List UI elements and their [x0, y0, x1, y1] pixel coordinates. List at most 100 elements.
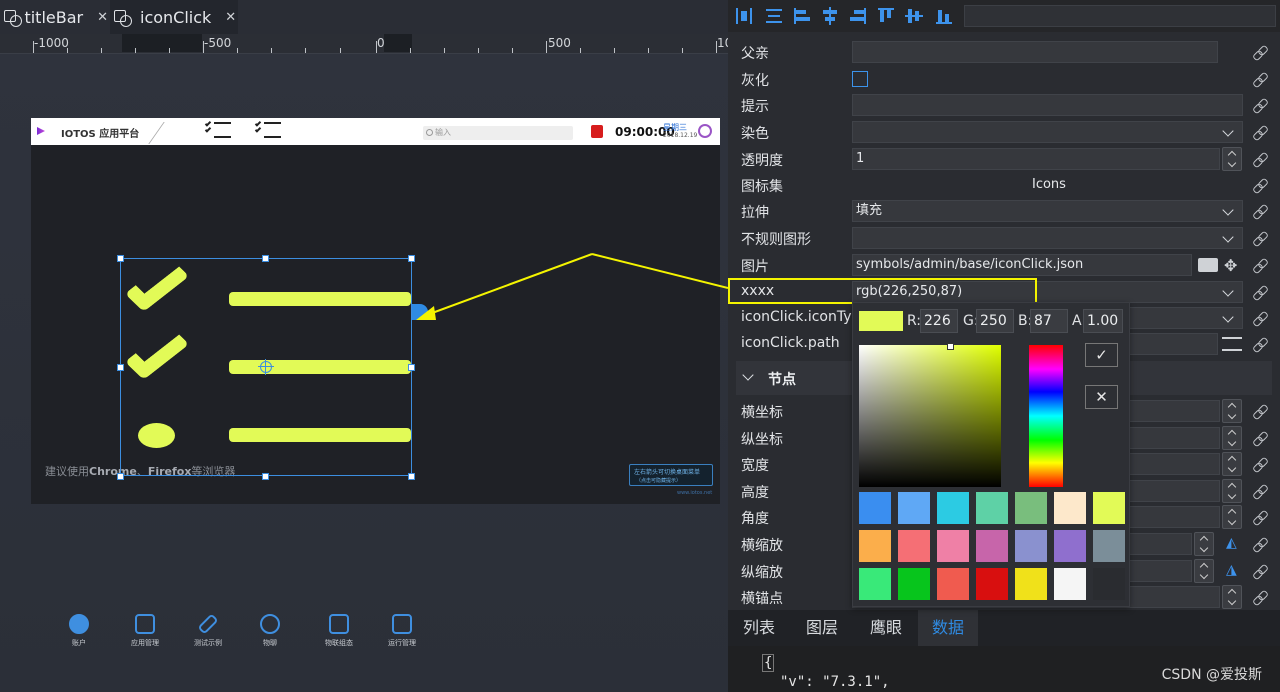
link-icon[interactable] [1252, 589, 1268, 605]
spinner[interactable] [1222, 426, 1242, 450]
align-bottom-icon[interactable] [934, 6, 954, 26]
back-icon[interactable] [591, 125, 603, 138]
link-icon[interactable] [1252, 284, 1268, 300]
palette-swatch[interactable] [1015, 530, 1047, 562]
preview-search-input[interactable]: 输入 [423, 126, 573, 140]
image-path-field[interactable]: symbols/admin/base/iconClick.json [852, 254, 1192, 276]
link-icon[interactable] [1252, 509, 1268, 525]
task-list-icon[interactable] [204, 120, 231, 140]
palette-swatch[interactable] [1054, 568, 1086, 600]
align-vcenter-icon[interactable] [904, 6, 924, 26]
close-icon[interactable]: ✕ [97, 10, 108, 25]
palette-swatch[interactable] [1093, 530, 1125, 562]
link-icon[interactable] [1252, 536, 1268, 552]
task-list-icon[interactable] [254, 120, 281, 140]
palette-swatch[interactable] [898, 530, 930, 562]
tab-list[interactable]: 列表 [728, 610, 790, 646]
palette-swatch[interactable] [859, 530, 891, 562]
palette-swatch[interactable] [1015, 568, 1047, 600]
spinner[interactable] [1222, 479, 1242, 503]
palette-swatch[interactable] [859, 492, 891, 524]
link-icon[interactable] [1252, 456, 1268, 472]
palette-swatch[interactable] [1054, 530, 1086, 562]
link-icon[interactable] [1252, 257, 1268, 273]
sv-handle[interactable] [947, 343, 954, 350]
link-icon[interactable] [1252, 124, 1268, 140]
spinner[interactable] [1194, 559, 1214, 583]
link-icon[interactable] [1252, 230, 1268, 246]
opacity-input[interactable]: 1 [852, 148, 1220, 170]
link-icon[interactable] [1252, 44, 1268, 60]
dye-select[interactable] [852, 121, 1243, 143]
align-left-icon[interactable] [792, 6, 812, 26]
irregular-select[interactable] [852, 227, 1243, 249]
stretch-select[interactable]: 填充 [852, 200, 1243, 222]
tab-layers[interactable]: 图层 [790, 610, 854, 646]
palette-swatch[interactable] [898, 568, 930, 600]
nav-chat[interactable]: 物聊 [240, 614, 300, 648]
tab-eagle-eye[interactable]: 鹰眼 [854, 610, 918, 646]
palette-swatch[interactable] [898, 492, 930, 524]
parent-field[interactable] [852, 41, 1218, 63]
palette-swatch[interactable] [976, 492, 1008, 524]
align-distribute-icon[interactable] [734, 6, 754, 26]
spinner[interactable] [1222, 452, 1242, 476]
palette-swatch[interactable] [1093, 492, 1125, 524]
spinner[interactable] [1222, 585, 1242, 609]
icon-set-value[interactable]: Icons [1032, 177, 1066, 192]
flip-horizontal-icon[interactable]: ◭ [1226, 535, 1237, 551]
close-icon[interactable]: ✕ [225, 10, 236, 25]
link-icon[interactable] [1252, 71, 1268, 87]
browse-icon[interactable] [1198, 258, 1218, 272]
align-right-icon[interactable] [848, 6, 868, 26]
blue-input[interactable]: 87 [1030, 309, 1068, 333]
red-input[interactable]: 226 [920, 309, 958, 333]
menu-tip[interactable]: 左右箭头可切换桌面菜单 （点击可隐藏提示） [629, 464, 713, 486]
tab-titlebar[interactable]: titleBar ✕ [0, 0, 108, 34]
spinner[interactable] [1222, 505, 1242, 529]
align-center-icon[interactable] [764, 6, 784, 26]
hue-slider[interactable] [1029, 345, 1063, 487]
toolbar-input[interactable] [964, 5, 1276, 27]
tab-iconclick[interactable]: iconClick ✕ [110, 0, 238, 34]
nav-run[interactable]: 运行管理 [372, 614, 432, 648]
link-icon[interactable] [1252, 203, 1268, 219]
link-icon[interactable] [1252, 151, 1268, 167]
link-icon[interactable] [1252, 177, 1268, 193]
palette-swatch[interactable] [1054, 492, 1086, 524]
search-icon[interactable] [698, 124, 712, 138]
palette-swatch[interactable] [937, 492, 969, 524]
nav-test[interactable]: 测试示例 [178, 613, 238, 648]
link-icon[interactable] [1252, 336, 1268, 352]
palette-swatch[interactable] [937, 530, 969, 562]
flip-vertical-icon[interactable]: ◮ [1226, 562, 1237, 578]
palette-swatch[interactable] [1015, 492, 1047, 524]
spinner[interactable] [1222, 399, 1242, 423]
align-top-icon[interactable] [876, 6, 896, 26]
palette-swatch[interactable] [976, 530, 1008, 562]
gray-checkbox[interactable] [852, 71, 868, 87]
nav-account[interactable]: 账户 [49, 614, 109, 648]
spinner[interactable] [1194, 532, 1214, 556]
resize-handle[interactable] [262, 255, 269, 262]
link-icon[interactable] [1252, 430, 1268, 446]
nav-iot[interactable]: 物联组态 [309, 614, 369, 648]
resize-handle[interactable] [117, 364, 124, 371]
confirm-button[interactable]: ✓ [1085, 343, 1118, 367]
link-icon[interactable] [1252, 563, 1268, 579]
resize-handle[interactable] [117, 255, 124, 262]
alpha-input[interactable]: 1.00 [1083, 309, 1123, 333]
cancel-button[interactable]: ✕ [1085, 385, 1118, 409]
tooltip-field[interactable] [852, 94, 1243, 116]
center-crosshair-icon[interactable] [258, 359, 274, 375]
palette-swatch[interactable] [859, 568, 891, 600]
link-icon[interactable] [1252, 403, 1268, 419]
move-icon[interactable]: ✥ [1224, 256, 1237, 275]
resize-handle[interactable] [408, 364, 415, 371]
list-icon[interactable] [1222, 337, 1242, 351]
palette-swatch[interactable] [937, 568, 969, 600]
resize-handle[interactable] [408, 473, 415, 480]
link-icon[interactable] [1252, 483, 1268, 499]
link-icon[interactable] [1252, 310, 1268, 326]
spinner[interactable] [1222, 147, 1242, 171]
